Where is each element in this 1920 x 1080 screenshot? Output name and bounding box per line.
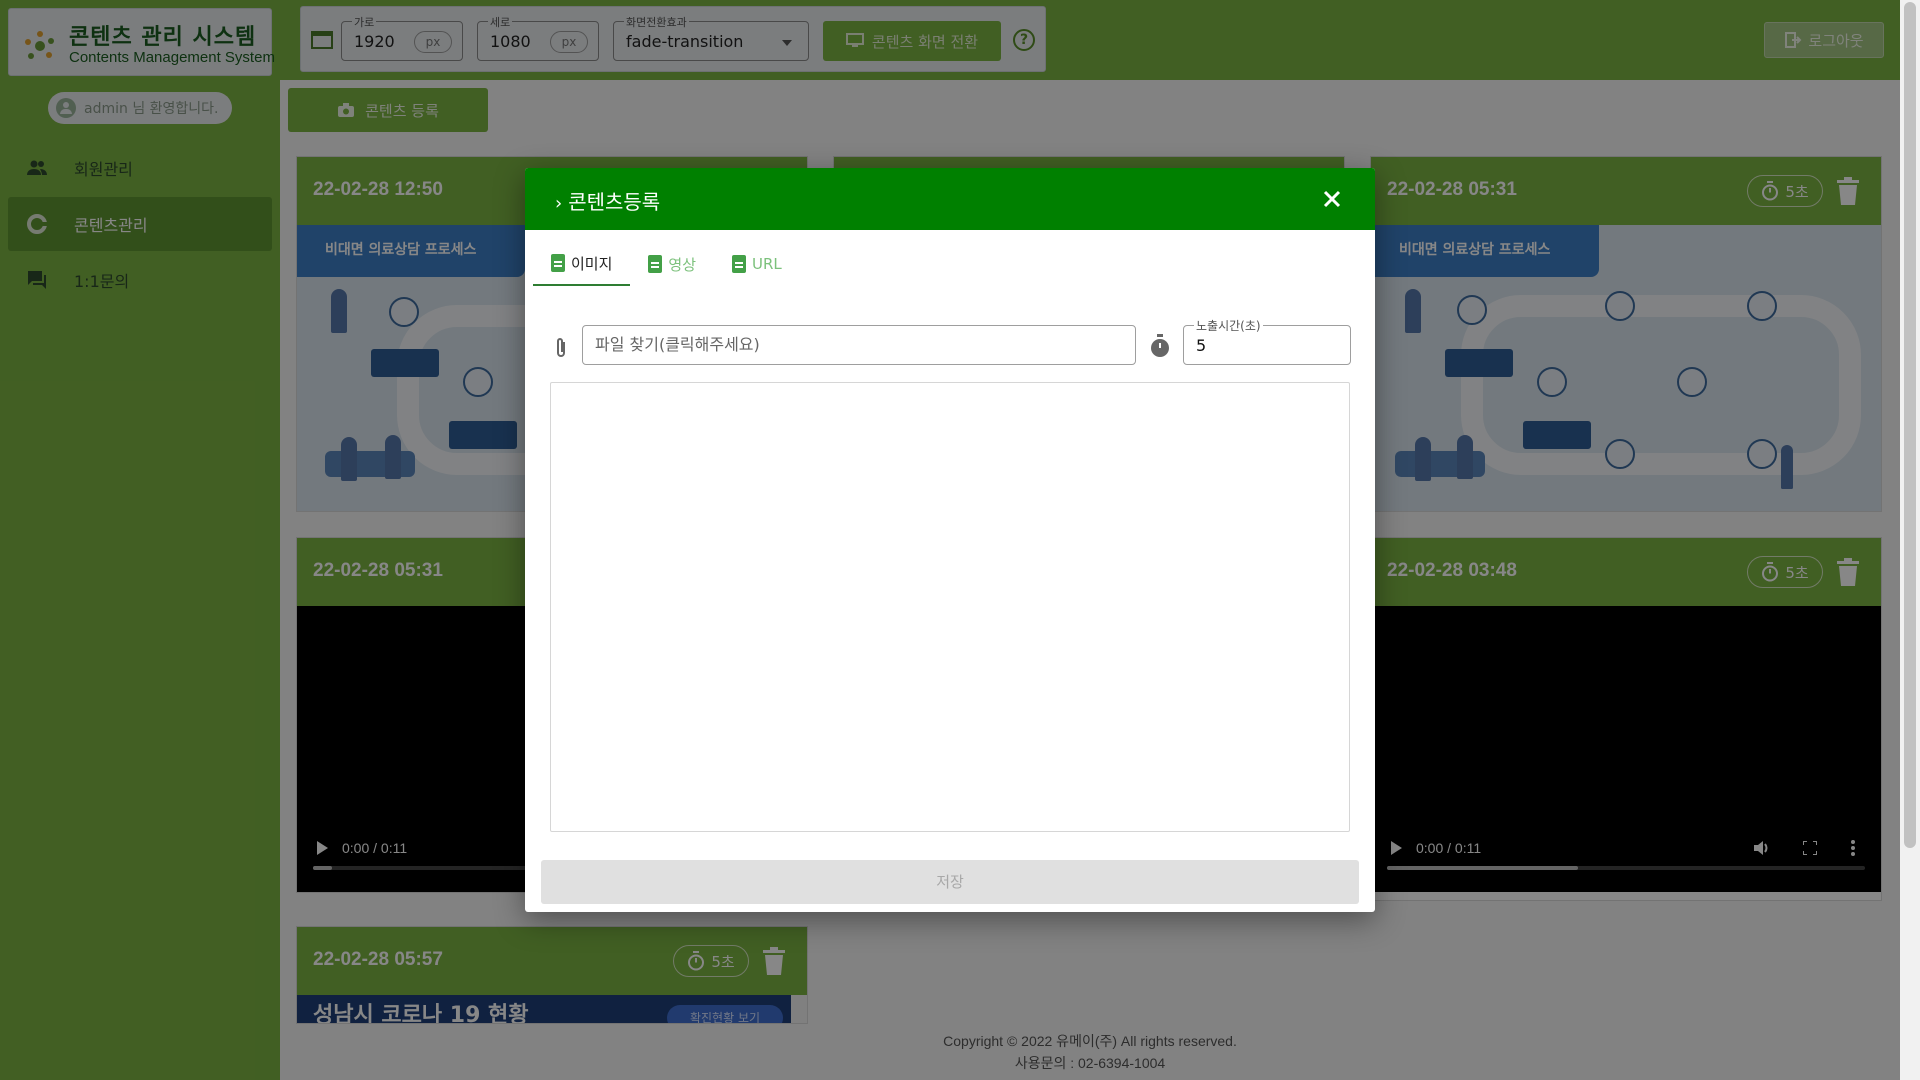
tab-label: URL xyxy=(752,255,782,273)
tab-video[interactable]: 영상 xyxy=(630,242,714,286)
display-time-value: 5 xyxy=(1196,336,1207,355)
save-button[interactable]: 저장 xyxy=(541,860,1359,904)
chevron-right-icon: › xyxy=(555,193,563,214)
tab-label: 영상 xyxy=(668,255,697,274)
scrollbar-thumb[interactable] xyxy=(1904,2,1916,848)
tab-url[interactable]: URL xyxy=(714,242,800,286)
display-time-label: 노출시간(초) xyxy=(1194,317,1263,334)
display-time-field[interactable]: 노출시간(초) 5 xyxy=(1183,317,1351,365)
modal-title: › 콘텐츠등록 xyxy=(555,190,661,214)
image-file-icon xyxy=(551,254,565,272)
paperclip-icon xyxy=(557,338,565,357)
file-input[interactable]: 파일 찾기(클릭해주세요) xyxy=(582,325,1136,365)
stopwatch-icon xyxy=(1151,334,1169,357)
page-scrollbar[interactable] xyxy=(1900,0,1920,1080)
register-modal: › 콘텐츠등록 이미지 영상 URL 파일 찾기(클릭해주세요) 노출시간(초)… xyxy=(525,168,1375,912)
close-icon[interactable] xyxy=(1319,186,1345,212)
video-file-icon xyxy=(648,255,663,273)
modal-header: › 콘텐츠등록 xyxy=(525,168,1375,230)
tab-label: 이미지 xyxy=(571,254,613,273)
url-file-icon xyxy=(732,255,747,273)
image-preview-area xyxy=(550,382,1350,832)
media-tabs: 이미지 영상 URL xyxy=(533,242,800,286)
app-shell: 콘텐츠 관리 시스템 Contents Management System ad… xyxy=(0,0,1920,1080)
tab-image[interactable]: 이미지 xyxy=(533,242,631,286)
